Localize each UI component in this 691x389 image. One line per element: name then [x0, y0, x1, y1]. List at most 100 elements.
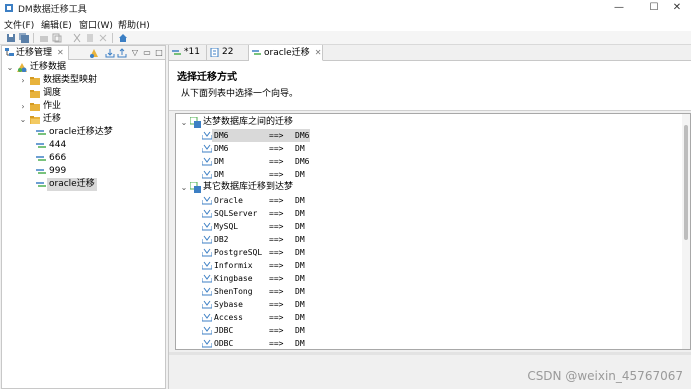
tab-22[interactable]: 22 — [207, 45, 249, 61]
arrow: ==> — [269, 274, 284, 283]
target-db: DM — [295, 339, 305, 348]
tree-label: 999 — [49, 166, 67, 176]
menu-help[interactable]: 帮助(H) — [118, 18, 150, 31]
watermark: CSDN @weixin_45767067 — [527, 369, 683, 383]
cut-icon[interactable] — [72, 33, 82, 43]
arrow: ==> — [269, 326, 284, 335]
home-icon[interactable] — [118, 33, 128, 43]
close-icon[interactable]: ✕ — [57, 48, 64, 57]
toolbar-separator — [33, 33, 34, 43]
folder-icon — [30, 77, 40, 85]
tree-label: 迁移 — [43, 114, 62, 124]
migration-arrow-icon — [202, 287, 212, 296]
migration-arrow-icon — [202, 261, 212, 270]
tree-label: 444 — [49, 140, 67, 150]
target-db: DM6 — [295, 157, 310, 166]
migration-arrow-icon — [202, 339, 212, 348]
tree-label: 666 — [49, 153, 67, 163]
target-db: DM — [295, 274, 305, 283]
close-icon[interactable]: ✕ — [315, 48, 322, 57]
migration-arrow-icon — [202, 313, 212, 322]
migration-job-icon — [36, 182, 46, 187]
source-db: Access — [214, 313, 243, 322]
target-db: DM — [295, 196, 305, 205]
arrow: ==> — [269, 157, 284, 166]
horizontal-scroll-strip — [169, 352, 691, 355]
tab-11[interactable]: *11 — [169, 45, 207, 61]
collapse-toggle-icon[interactable]: ⌄ — [180, 181, 188, 194]
save-all-icon[interactable] — [19, 33, 29, 43]
collapse-toggle-icon[interactable]: ⌄ — [6, 61, 14, 74]
folder-icon — [30, 103, 40, 111]
copy-icon[interactable] — [52, 33, 62, 43]
menu-edit[interactable]: 编辑(E) — [41, 18, 72, 31]
target-db: DM — [295, 235, 305, 244]
maximize-pane-icon[interactable]: □ — [154, 48, 164, 58]
expand-toggle-icon[interactable]: › — [19, 100, 27, 113]
target-db: DM — [295, 326, 305, 335]
menu-window[interactable]: 窗口(W) — [79, 18, 113, 31]
close-button[interactable]: ✕ — [659, 0, 691, 16]
view-menu-icon[interactable]: ▽ — [130, 48, 140, 58]
migration-arrow-icon — [202, 144, 212, 153]
menu-file[interactable]: 文件(F) — [4, 18, 34, 31]
export-icon[interactable] — [117, 48, 127, 58]
migration-arrow-icon — [202, 326, 212, 335]
migration-arrow-icon — [202, 209, 212, 218]
tree-label: 迁移数据 — [30, 62, 67, 72]
minimize-button[interactable]: — — [601, 0, 637, 16]
migration-job-icon — [36, 169, 46, 174]
expand-toggle-icon[interactable]: › — [19, 74, 27, 87]
vertical-scrollbar[interactable] — [682, 114, 690, 349]
tree-label: 作业 — [43, 101, 62, 111]
import-icon[interactable] — [105, 48, 115, 58]
wizard-description: 从下面列表中选择一个向导。 — [181, 89, 299, 99]
open-icon[interactable] — [39, 33, 49, 43]
arrow: ==> — [269, 144, 284, 153]
collapse-toggle-icon[interactable]: ⌄ — [19, 113, 27, 126]
wizard-list[interactable]: ⌄ 达梦数据库之间的迁移 DM6 ==> DM6 DM6 ==> DM DM = — [175, 113, 691, 350]
arrow: ==> — [269, 209, 284, 218]
migration-job-icon — [172, 50, 181, 55]
editor-tab-bar: *11 22 oracle迁移 ✕ — [169, 45, 691, 61]
tree-view-icon — [5, 48, 14, 56]
delete-icon[interactable] — [98, 33, 108, 43]
target-db: DM6 — [295, 131, 310, 140]
source-db: Oracle — [214, 196, 243, 205]
title-bar: DM数据迁移工具 — ☐ ✕ — [0, 0, 691, 16]
migration-arrow-icon — [202, 131, 212, 140]
migration-arrow-icon — [202, 274, 212, 283]
migration-job-icon — [36, 143, 46, 148]
migration-arrow-icon — [202, 196, 212, 205]
source-db: JDBC — [214, 326, 234, 335]
migration-arrow-icon — [202, 300, 212, 309]
target-db: DM — [295, 222, 305, 231]
arrow: ==> — [269, 131, 284, 140]
tab-migration-manager[interactable]: 迁移管理 ✕ — [2, 46, 69, 60]
scroll-thumb[interactable] — [684, 125, 688, 240]
collapse-toggle-icon[interactable]: ⌄ — [180, 116, 188, 129]
document-icon — [210, 48, 219, 57]
migration-manager-pane: 迁移管理 ✕ ▽ ▭ □ ⌄ 迁移数据 › 数据类型映射 调度 › 作业 ⌄ 迁移… — [1, 45, 166, 389]
wizard-body: ⌄ 达梦数据库之间的迁移 DM6 ==> DM6 DM6 ==> DM DM = — [169, 111, 691, 389]
target-db: DM — [295, 144, 305, 153]
target-db: DM — [295, 248, 305, 257]
tab-oracle-migration[interactable]: oracle迁移 ✕ — [249, 45, 323, 61]
toolbar — [0, 31, 691, 45]
target-db: DM — [295, 261, 305, 270]
arrow: ==> — [269, 339, 284, 348]
source-db: ShenTong — [214, 287, 253, 296]
database-group-icon — [190, 117, 201, 128]
source-db: PostgreSQL — [214, 248, 263, 257]
paste-icon[interactable] — [85, 33, 95, 43]
migration-arrow-icon — [202, 222, 212, 231]
source-db: DM6 — [214, 131, 229, 140]
refresh-icon[interactable] — [89, 48, 99, 58]
minimize-pane-icon[interactable]: ▭ — [142, 48, 152, 58]
arrow: ==> — [269, 287, 284, 296]
save-icon[interactable] — [6, 33, 16, 43]
arrow: ==> — [269, 196, 284, 205]
tab-label: 迁移管理 — [16, 48, 53, 58]
source-db: Kingbase — [214, 274, 253, 283]
toolbar-separator — [112, 33, 113, 43]
